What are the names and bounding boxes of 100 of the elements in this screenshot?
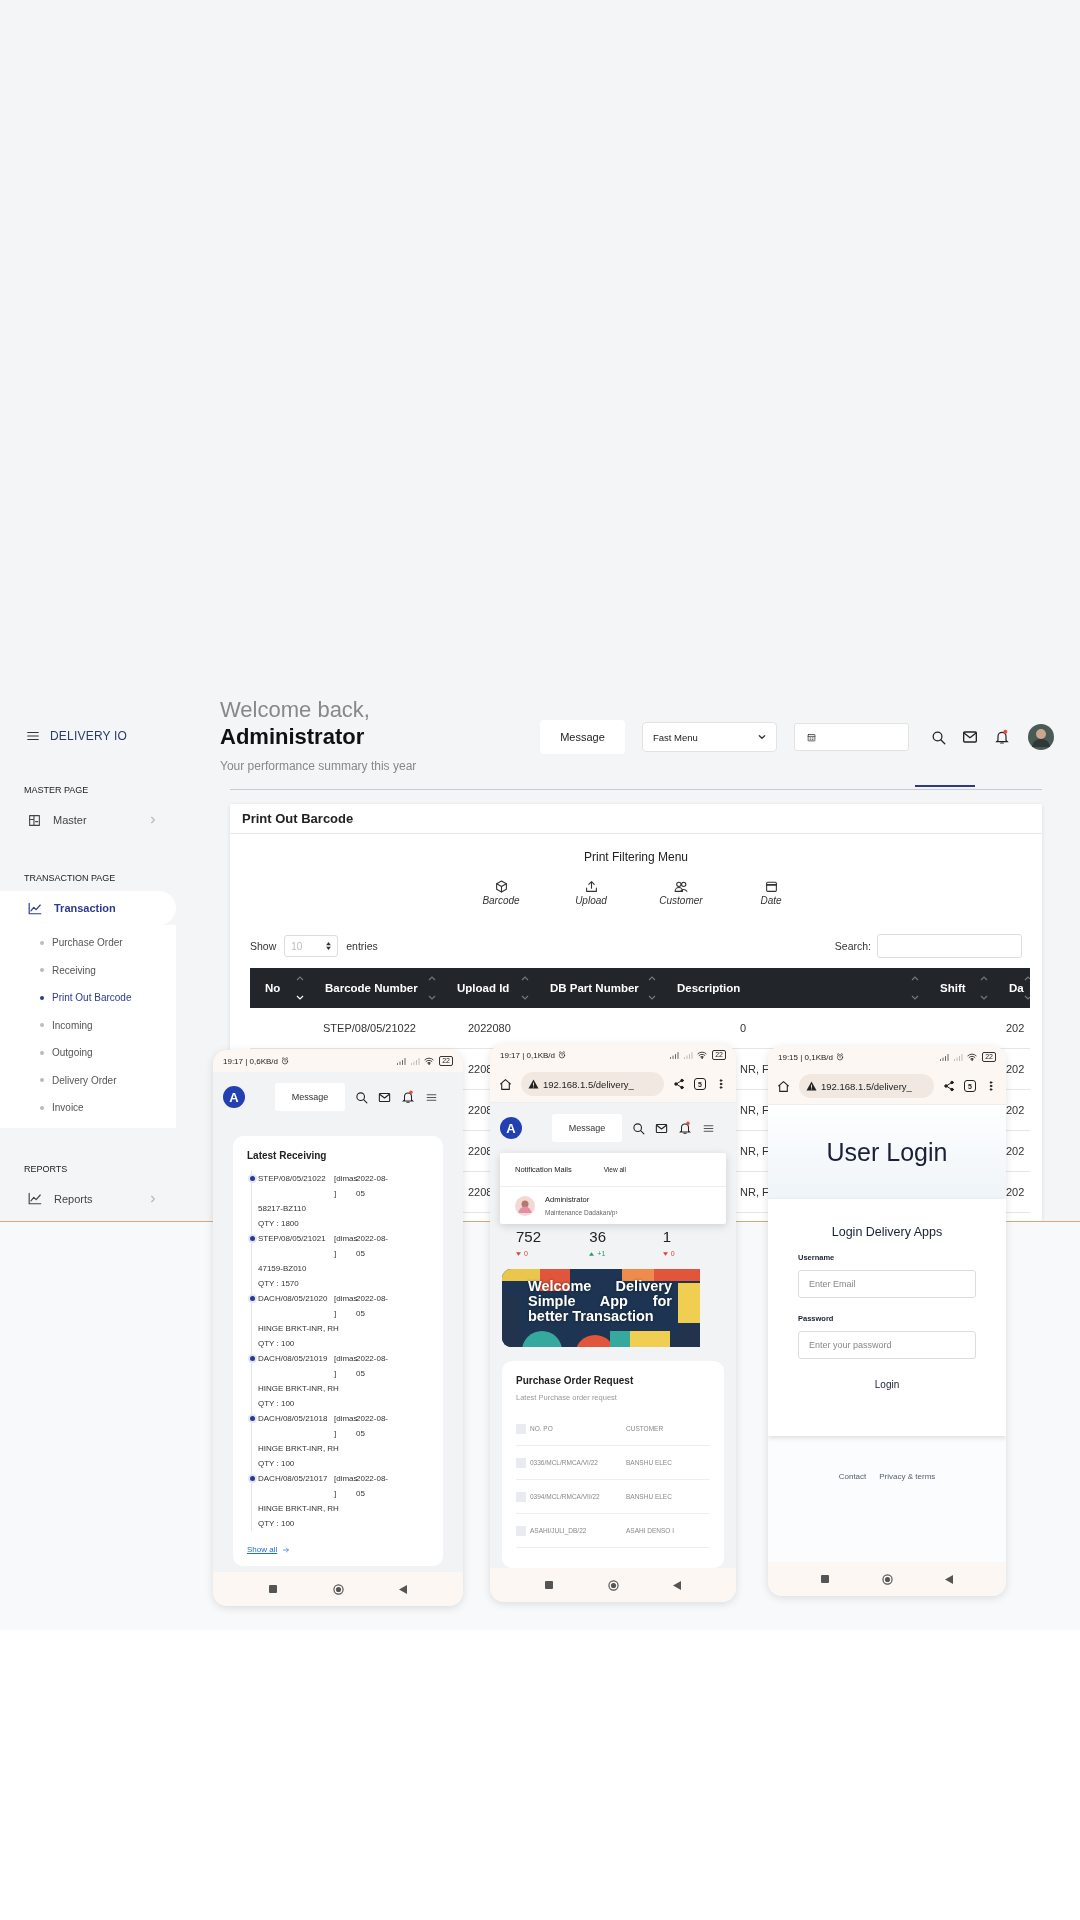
sort-icon[interactable] xyxy=(296,975,304,1001)
quantity: QTY : 100 xyxy=(258,1458,296,1470)
user-name: Administrator xyxy=(220,723,366,751)
avatar-icon[interactable] xyxy=(1028,724,1054,750)
input-field[interactable]: Enter your password xyxy=(798,1331,976,1359)
column-header[interactable]: Upload Id xyxy=(457,982,510,994)
quantity: QTY : 1570 xyxy=(258,1278,300,1290)
submenu-item[interactable]: Invoice xyxy=(0,1094,176,1122)
footer-link[interactable]: Contact xyxy=(838,1472,867,1481)
signal-icon xyxy=(953,1053,965,1061)
app-logo[interactable]: A xyxy=(500,1117,522,1139)
grid-icon xyxy=(28,813,41,827)
avatar-icon xyxy=(515,1195,535,1216)
input-field[interactable]: Enter Email xyxy=(798,1270,976,1298)
mail-icon[interactable] xyxy=(962,729,978,745)
users-icon xyxy=(674,880,688,893)
table-cell: 202 xyxy=(1006,1186,1025,1198)
home-icon[interactable] xyxy=(777,1079,790,1093)
part-name: HINGE BRKT-INR, RH xyxy=(258,1443,340,1455)
table-cell: 202 xyxy=(1006,1145,1025,1157)
circle-icon[interactable] xyxy=(332,1583,344,1595)
message-button[interactable]: Message xyxy=(540,720,625,754)
timeline-dot xyxy=(250,1176,255,1181)
address-bar[interactable]: 192.168.1.5/delivery_ xyxy=(521,1072,664,1096)
submenu-item[interactable]: Outgoing xyxy=(0,1039,176,1067)
square-icon[interactable] xyxy=(268,1585,277,1593)
user-name: [dimas ] xyxy=(334,1233,356,1260)
filter-button[interactable]: Customer xyxy=(656,880,706,906)
table-cell: 202 xyxy=(1006,1104,1025,1116)
circle-icon[interactable] xyxy=(607,1579,619,1591)
triangle-icon[interactable] xyxy=(673,1580,682,1590)
timeline-dot xyxy=(250,1356,255,1361)
column-header[interactable]: Description xyxy=(677,982,741,994)
sidebar-item[interactable]: Transaction xyxy=(0,891,176,925)
filter-button[interactable]: Barcode xyxy=(476,880,526,906)
show-label: Show xyxy=(250,940,277,952)
column-header[interactable]: No xyxy=(265,982,281,994)
chart-icon xyxy=(28,901,42,915)
search-icon[interactable] xyxy=(632,1121,645,1135)
search-icon[interactable] xyxy=(355,1090,368,1104)
triangle-icon[interactable] xyxy=(399,1584,408,1594)
column-header[interactable]: Shift xyxy=(940,982,966,994)
share-icon[interactable] xyxy=(673,1078,685,1090)
quantity: QTY : 100 xyxy=(258,1518,296,1530)
sidebar-item[interactable]: Reports xyxy=(0,1181,176,1216)
submenu-item[interactable]: Delivery Order xyxy=(0,1066,176,1094)
message-button[interactable]: Message xyxy=(275,1083,345,1111)
table-cell: NR, F xyxy=(740,1186,769,1198)
url-text: 192.168.1.5/delivery_ xyxy=(543,1078,634,1090)
login-button[interactable]: Login xyxy=(870,1377,904,1392)
circle-icon[interactable] xyxy=(881,1573,893,1585)
greeting: Welcome back, xyxy=(220,697,371,723)
tab-indicator xyxy=(915,785,975,787)
mail-icon[interactable] xyxy=(655,1121,668,1135)
receipt-date: 2022-08-05 xyxy=(356,1413,390,1440)
triangle-icon[interactable] xyxy=(945,1574,954,1584)
show-all-link[interactable]: Show all xyxy=(247,1545,278,1554)
app-logo[interactable]: A xyxy=(223,1086,245,1108)
alarm-icon xyxy=(836,1053,844,1061)
search-label: Search: xyxy=(834,940,871,952)
search-field[interactable] xyxy=(877,934,1022,958)
filter-button[interactable]: Upload xyxy=(566,880,616,906)
wifi-icon xyxy=(424,1057,435,1065)
signal-icon xyxy=(683,1051,695,1059)
footer-link[interactable]: Privacy & terms xyxy=(879,1472,936,1481)
bell-icon[interactable] xyxy=(678,1121,692,1135)
calendar-icon xyxy=(807,732,816,742)
card-title: Print Out Barcode xyxy=(230,804,1042,834)
date-field[interactable] xyxy=(794,723,909,751)
chart-icon xyxy=(28,1192,42,1205)
column-header[interactable]: DB Part Number xyxy=(550,982,639,994)
submenu-item[interactable]: Receiving xyxy=(0,956,176,984)
page-title: User Login xyxy=(826,1137,948,1167)
stat-value: 36 xyxy=(589,1228,607,1245)
share-icon[interactable] xyxy=(943,1080,955,1092)
submenu-item[interactable]: Incoming xyxy=(0,1011,176,1039)
receipt-date: 2022-08-05 xyxy=(356,1293,390,1320)
user-name: [dimas ] xyxy=(334,1413,356,1440)
hamburger-icon[interactable] xyxy=(26,729,40,743)
column-header[interactable]: Barcode Number xyxy=(325,982,418,994)
receipt-code: DACH/08/05/21020 xyxy=(258,1293,329,1305)
signal-icon xyxy=(410,1057,422,1065)
address-bar[interactable]: 192.168.1.5/delivery_ xyxy=(799,1074,934,1098)
square-icon[interactable] xyxy=(544,1581,553,1589)
bell-icon[interactable] xyxy=(401,1090,415,1104)
message-button[interactable]: Message xyxy=(552,1114,622,1142)
mail-icon[interactable] xyxy=(378,1090,391,1104)
fast-menu-dropdown[interactable]: Fast Menu xyxy=(642,722,777,752)
brand-name: DELIVERY IO xyxy=(50,729,128,743)
column-header[interactable]: Da xyxy=(1009,982,1024,994)
submenu-item[interactable]: Purchase Order xyxy=(0,929,176,957)
filter-button[interactable]: Date xyxy=(746,880,796,906)
part-name: 58217-BZ110 xyxy=(258,1203,307,1215)
search-icon[interactable] xyxy=(931,729,946,745)
home-icon[interactable] xyxy=(499,1077,512,1091)
submenu-item[interactable]: Print Out Barcode xyxy=(0,984,176,1012)
receipt-code: DACH/08/05/21019 xyxy=(258,1353,329,1365)
sidebar-item[interactable]: Master xyxy=(0,803,176,837)
bell-icon[interactable] xyxy=(994,729,1010,745)
square-icon[interactable] xyxy=(820,1575,829,1583)
